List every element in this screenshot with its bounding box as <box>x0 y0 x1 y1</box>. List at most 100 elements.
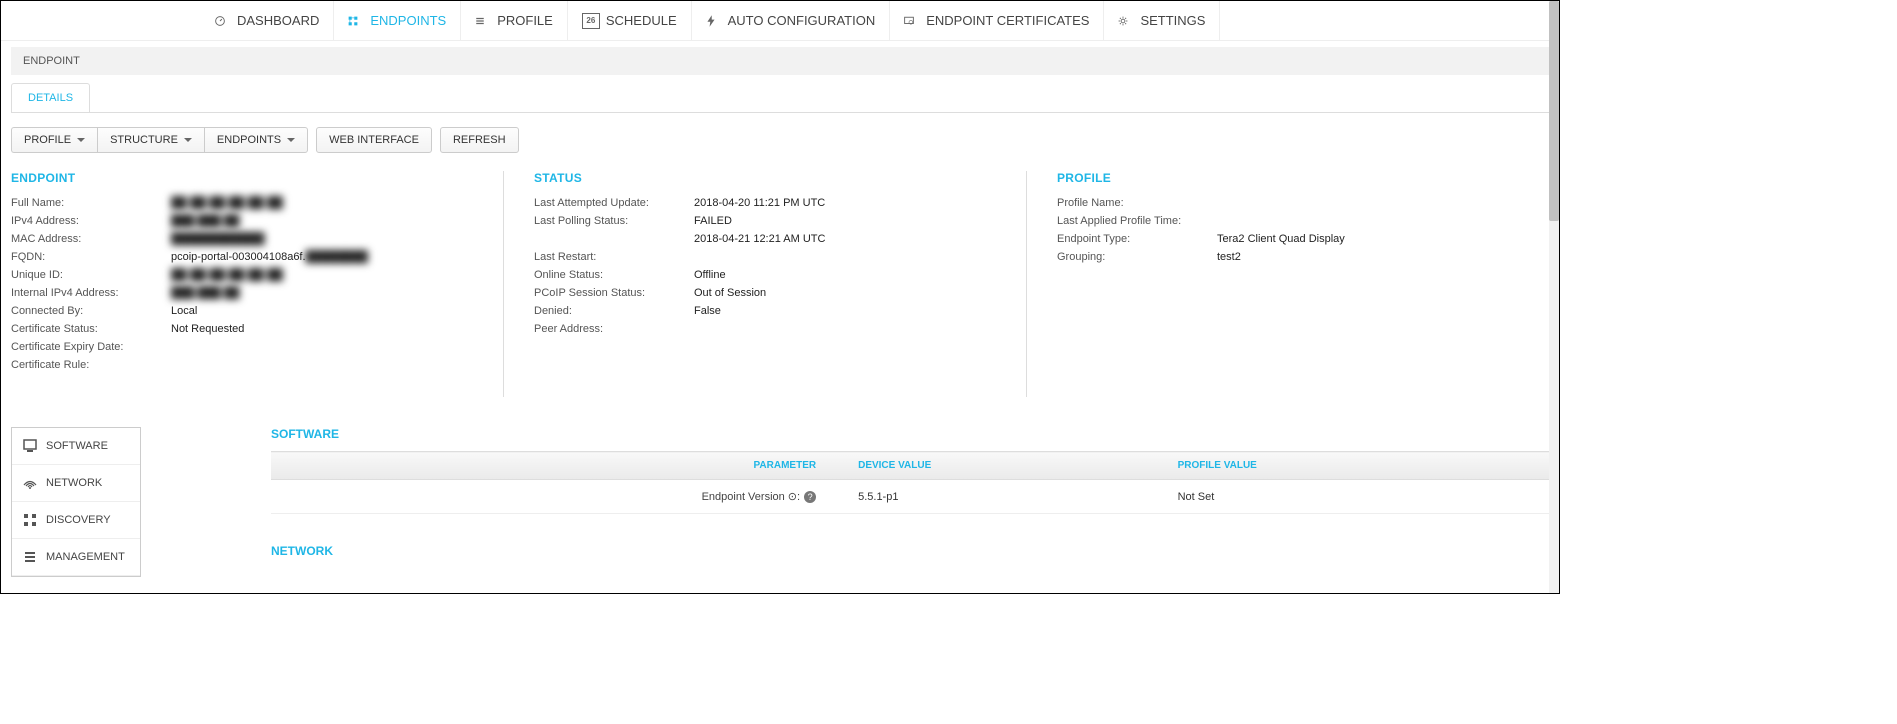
kv-row: Last Attempted Update:2018-04-20 11:21 P… <box>534 197 1006 209</box>
kv-value: ██-██-██-██-██-██ <box>171 269 483 281</box>
sidenav-management[interactable]: MANAGEMENT <box>12 539 140 576</box>
kv-row: Certificate Expiry Date: <box>11 341 483 353</box>
kv-row: Profile Name: <box>1057 197 1529 209</box>
kv-key: Certificate Rule: <box>11 359 171 371</box>
cell-profile-value: Not Set <box>1166 480 1549 514</box>
col-device-value[interactable]: DEVICE VALUE <box>846 452 1166 480</box>
kv-key: Certificate Status: <box>11 323 171 335</box>
kv-key: Profile Name: <box>1057 197 1217 209</box>
scrollbar-thumb[interactable] <box>1549 1 1559 221</box>
endpoints-dropdown[interactable]: ENDPOINTS <box>204 127 308 153</box>
structure-dropdown[interactable]: STRUCTURE <box>97 127 204 153</box>
kv-key: Unique ID: <box>11 269 171 281</box>
nav-settings[interactable]: SETTINGS <box>1104 1 1220 41</box>
network-icon <box>22 475 38 491</box>
software-icon <box>22 438 38 454</box>
discovery-icon <box>22 512 38 528</box>
refresh-button[interactable]: REFRESH <box>440 127 519 153</box>
chevron-down-icon <box>77 138 85 142</box>
chevron-down-icon <box>287 138 295 142</box>
kv-value <box>171 341 483 353</box>
nav-label: AUTO CONFIGURATION <box>728 13 876 28</box>
kv-key: Certificate Expiry Date: <box>11 341 171 353</box>
schedule-icon: 26 <box>582 13 600 29</box>
col-parameter[interactable]: PARAMETER <box>271 452 846 480</box>
kv-value: Out of Session <box>694 287 1006 299</box>
toolbar-group: PROFILE STRUCTURE ENDPOINTS <box>11 127 308 153</box>
kv-key: Last Attempted Update: <box>534 197 694 209</box>
nav-profile[interactable]: PROFILE <box>461 1 568 41</box>
kv-value: False <box>694 305 1006 317</box>
kv-key: Connected By: <box>11 305 171 317</box>
kv-value: Offline <box>694 269 1006 281</box>
help-icon[interactable]: ? <box>804 491 816 503</box>
kv-row: Connected By:Local <box>11 305 483 317</box>
sidenav-network[interactable]: NETWORK <box>12 465 140 502</box>
certificate-icon <box>904 13 920 29</box>
kv-value: 2018-04-20 11:21 PM UTC <box>694 197 1006 209</box>
top-nav: DASHBOARD ENDPOINTS PROFILE 26 SCHEDULE … <box>1 1 1559 41</box>
nav-schedule[interactable]: 26 SCHEDULE <box>568 1 692 41</box>
cell-device-value: 5.5.1-p1 <box>846 480 1166 514</box>
tab-details[interactable]: DETAILS <box>11 83 90 112</box>
kv-row: Last Applied Profile Time: <box>1057 215 1529 227</box>
kv-key: IPv4 Address: <box>11 215 171 227</box>
kv-row: Certificate Status:Not Requested <box>11 323 483 335</box>
col-profile-value[interactable]: PROFILE VALUE <box>1166 452 1549 480</box>
profile-column: PROFILE Profile Name:Last Applied Profil… <box>1026 171 1549 397</box>
nav-endpoints[interactable]: ENDPOINTS <box>334 1 461 41</box>
kv-row: Internal IPv4 Address:███.███.██ <box>11 287 483 299</box>
kv-key: Last Restart: <box>534 251 694 263</box>
gear-icon <box>1118 13 1134 29</box>
kv-row: Denied:False <box>534 305 1006 317</box>
kv-row: Last Polling Status:FAILED <box>534 215 1006 227</box>
kv-key: Last Polling Status: <box>534 215 694 227</box>
profile-dropdown[interactable]: PROFILE <box>11 127 97 153</box>
breadcrumb: ENDPOINT <box>11 47 1549 75</box>
table-header-row: PARAMETER DEVICE VALUE PROFILE VALUE <box>271 452 1549 480</box>
panel-title: SOFTWARE <box>271 427 1549 441</box>
web-interface-button[interactable]: WEB INTERFACE <box>316 127 432 153</box>
kv-value <box>1217 215 1529 227</box>
kv-key: Denied: <box>534 305 694 317</box>
nav-autoconfig[interactable]: AUTO CONFIGURATION <box>692 1 891 41</box>
kv-value: Tera2 Client Quad Display <box>1217 233 1529 245</box>
kv-value: pcoip-portal-003004108a6f.████████ <box>171 251 483 263</box>
scrollbar[interactable] <box>1549 1 1559 593</box>
kv-value <box>694 251 1006 263</box>
nav-certificates[interactable]: ENDPOINT CERTIFICATES <box>890 1 1104 41</box>
kv-value: 2018-04-21 12:21 AM UTC <box>694 233 1006 245</box>
sidenav-discovery[interactable]: DISCOVERY <box>12 502 140 539</box>
toolbar: PROFILE STRUCTURE ENDPOINTS WEB INTERFAC… <box>11 127 1549 153</box>
tabs: DETAILS <box>11 83 1549 113</box>
nav-label: ENDPOINT CERTIFICATES <box>926 13 1089 28</box>
kv-value <box>694 323 1006 335</box>
kv-value: Not Requested <box>171 323 483 335</box>
nav-label: DASHBOARD <box>237 13 319 28</box>
section-title: STATUS <box>534 171 1006 185</box>
kv-key: PCoIP Session Status: <box>534 287 694 299</box>
panel-title: NETWORK <box>271 544 1549 558</box>
nav-dashboard[interactable]: DASHBOARD <box>201 1 334 41</box>
sidenav-label: NETWORK <box>46 477 102 489</box>
cell-parameter: Endpoint Version ⊙:? <box>271 480 846 514</box>
kv-value: ████████████ <box>171 233 483 245</box>
kv-key: Grouping: <box>1057 251 1217 263</box>
sidenav-software[interactable]: SOFTWARE <box>12 428 140 465</box>
endpoint-column: ENDPOINT Full Name:██-██-██-██-██-██IPv4… <box>11 171 503 397</box>
section-title: ENDPOINT <box>11 171 483 185</box>
kv-key: FQDN: <box>11 251 171 263</box>
status-column: STATUS Last Attempted Update:2018-04-20 … <box>503 171 1026 397</box>
kv-key: Internal IPv4 Address: <box>11 287 171 299</box>
bolt-icon <box>706 13 722 29</box>
kv-row: FQDN:pcoip-portal-003004108a6f.████████ <box>11 251 483 263</box>
nav-label: PROFILE <box>497 13 553 28</box>
profile-icon <box>475 13 491 29</box>
kv-value: Local <box>171 305 483 317</box>
kv-row: Peer Address: <box>534 323 1006 335</box>
nav-label: SETTINGS <box>1140 13 1205 28</box>
kv-value: ███.███.██ <box>171 215 483 227</box>
software-table: PARAMETER DEVICE VALUE PROFILE VALUE End… <box>271 451 1549 514</box>
kv-row: Grouping:test2 <box>1057 251 1529 263</box>
side-nav: SOFTWARE NETWORK DISCOVERY MANAGEMENT <box>11 427 141 577</box>
